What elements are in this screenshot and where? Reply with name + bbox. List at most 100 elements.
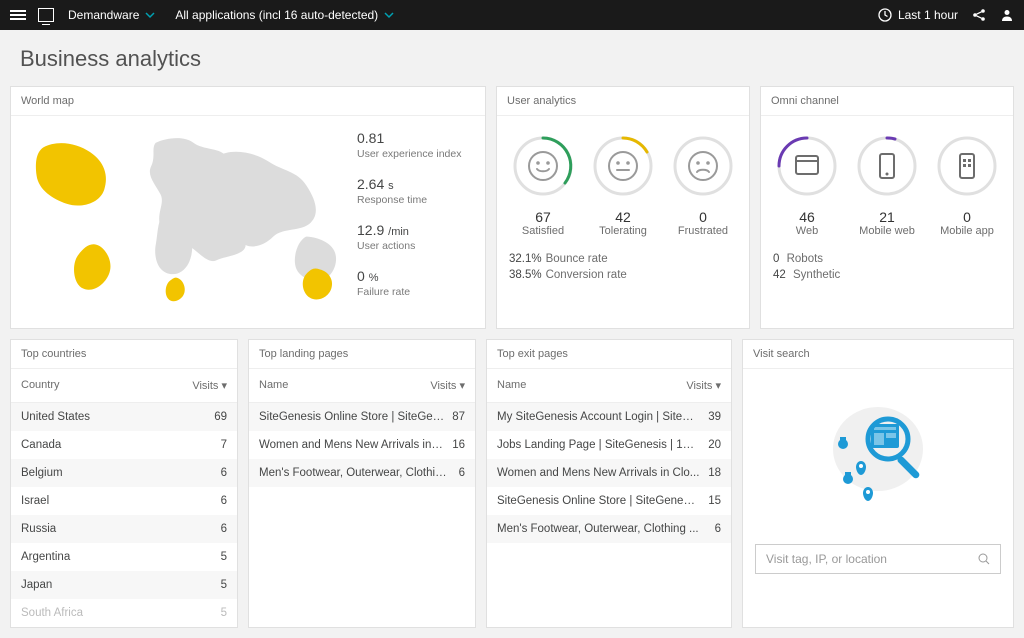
top-landing-card[interactable]: Top landing pages NameVisits ▾ SiteGenes… [248,339,476,628]
table-row[interactable]: Women and Mens New Arrivals in Clo...16 [249,431,475,459]
row-value: 15 [708,495,721,507]
search-input[interactable] [766,552,978,566]
app-selector[interactable]: Demandware [68,8,155,22]
omni-extras: 0 Robots 42 Synthetic [761,247,1013,299]
table-row[interactable]: Jobs Landing Page | SiteGenesis | 103.1.… [487,431,731,459]
col-visits-sort[interactable]: Visits ▾ [686,379,721,392]
row-name: Men's Footwear, Outerwear, Clothing ... [259,467,459,479]
satisfied-ring: 67Satisfied [511,134,575,237]
row-value: 5 [221,579,227,591]
table-row[interactable]: Russia6 [11,515,237,543]
table-row[interactable]: Argentina5 [11,543,237,571]
row-value: 6 [221,523,227,535]
web-channel: 46Web [775,134,839,237]
row-value: 16 [452,439,465,451]
frustrated-ring: 0Frustrated [671,134,735,237]
row-name: Japan [21,579,221,591]
row-name: Jobs Landing Page | SiteGenesis | 103.1.… [497,439,708,451]
row-value: 6 [459,467,465,479]
page-title: Business analytics [0,30,1024,86]
chevron-down-icon [384,10,394,20]
col-name: Name [259,379,430,392]
stat-response-time: 2.64 sResponse time [357,176,477,206]
scope-selector[interactable]: All applications (incl 16 auto-detected) [175,8,394,22]
row-value: 87 [452,411,465,423]
world-map[interactable] [11,116,357,328]
row-value: 18 [708,467,721,479]
analytics-rates: 32.1%Bounce rate 38.5%Conversion rate [497,247,749,299]
row-name: South Africa [21,607,221,619]
worldmap-stats: 0.81User experience index 2.64 sResponse… [357,116,485,328]
col-country: Country [21,379,192,392]
table-row[interactable]: Canada7 [11,431,237,459]
row-value: 39 [708,411,721,423]
row-name: My SiteGenesis Account Login | SiteG... [497,411,708,423]
table-row[interactable]: My SiteGenesis Account Login | SiteG...3… [487,403,731,431]
row-value: 20 [708,439,721,451]
user-analytics-card[interactable]: User analytics 67Satisfied 42Tolerating … [496,86,750,329]
row-value: 69 [214,411,227,423]
row-name: Canada [21,439,221,451]
row-value: 6 [221,495,227,507]
row-value: 6 [221,467,227,479]
stat-failure-rate: 0 %Failure rate [357,268,477,298]
row-name: SiteGenesis Online Store | SiteGenesis..… [259,411,452,423]
mobile-app-channel: 0Mobile app [935,134,999,237]
row-value: 5 [221,551,227,563]
row-name: Argentina [21,551,221,563]
top-countries-card[interactable]: Top countries CountryVisits ▾ United Sta… [10,339,238,628]
table-row[interactable]: SiteGenesis Online Store | SiteGenesis..… [249,403,475,431]
row-name: Women and Mens New Arrivals in Clo... [259,439,452,451]
clock-icon [878,8,892,22]
top-exit-card[interactable]: Top exit pages NameVisits ▾ My SiteGenes… [486,339,732,628]
table-row[interactable]: South Africa5 [11,599,237,627]
omni-channel-card[interactable]: Omni channel 46Web 21Mobile web 0Mobile … [760,86,1014,329]
row-name: SiteGenesis Online Store | SiteGenesis..… [497,495,708,507]
app-name: Demandware [68,8,139,22]
col-name: Name [497,379,686,392]
search-icon[interactable] [978,553,990,565]
row-name: Women and Mens New Arrivals in Clo... [497,467,708,479]
col-visits-sort[interactable]: Visits ▾ [192,379,227,392]
card-title: Visit search [743,340,1013,369]
menu-icon[interactable] [10,8,26,22]
card-title: Top countries [11,340,237,369]
stat-user-actions: 12.9 /minUser actions [357,222,477,252]
timeframe-label: Last 1 hour [898,8,958,22]
row-name: Men's Footwear, Outerwear, Clothing ... [497,523,715,535]
card-title: User analytics [497,87,749,116]
table-row[interactable]: United States69 [11,403,237,431]
table-row[interactable]: Women and Mens New Arrivals in Clo...18 [487,459,731,487]
search-illustration [743,369,1013,534]
tolerating-ring: 42Tolerating [591,134,655,237]
table-row[interactable]: Israel6 [11,487,237,515]
mobile-web-channel: 21Mobile web [855,134,919,237]
timeframe-selector[interactable]: Last 1 hour [878,8,958,22]
row-name: Israel [21,495,221,507]
search-input-wrapper[interactable] [755,544,1001,574]
worldmap-card[interactable]: World map [10,86,486,329]
card-title: World map [11,87,485,116]
row-name: United States [21,411,214,423]
visit-search-card[interactable]: Visit search [742,339,1014,628]
card-title: Omni channel [761,87,1013,116]
share-icon[interactable] [972,8,986,22]
table-row[interactable]: Men's Footwear, Outerwear, Clothing ...6 [249,459,475,487]
table-row[interactable]: Men's Footwear, Outerwear, Clothing ...6 [487,515,731,543]
chevron-down-icon [145,10,155,20]
col-visits-sort[interactable]: Visits ▾ [430,379,465,392]
topbar: Demandware All applications (incl 16 aut… [0,0,1024,30]
stat-ux-index: 0.81User experience index [357,130,477,160]
user-icon[interactable] [1000,8,1014,22]
table-row[interactable]: SiteGenesis Online Store | SiteGenesis..… [487,487,731,515]
row-value: 6 [715,523,721,535]
row-value: 5 [221,607,227,619]
row-name: Russia [21,523,221,535]
card-title: Top exit pages [487,340,731,369]
row-value: 7 [221,439,227,451]
table-row[interactable]: Belgium6 [11,459,237,487]
scope-label: All applications (incl 16 auto-detected) [175,8,378,22]
table-row[interactable]: Japan5 [11,571,237,599]
row-name: Belgium [21,467,221,479]
dashboards-icon[interactable] [38,8,54,22]
